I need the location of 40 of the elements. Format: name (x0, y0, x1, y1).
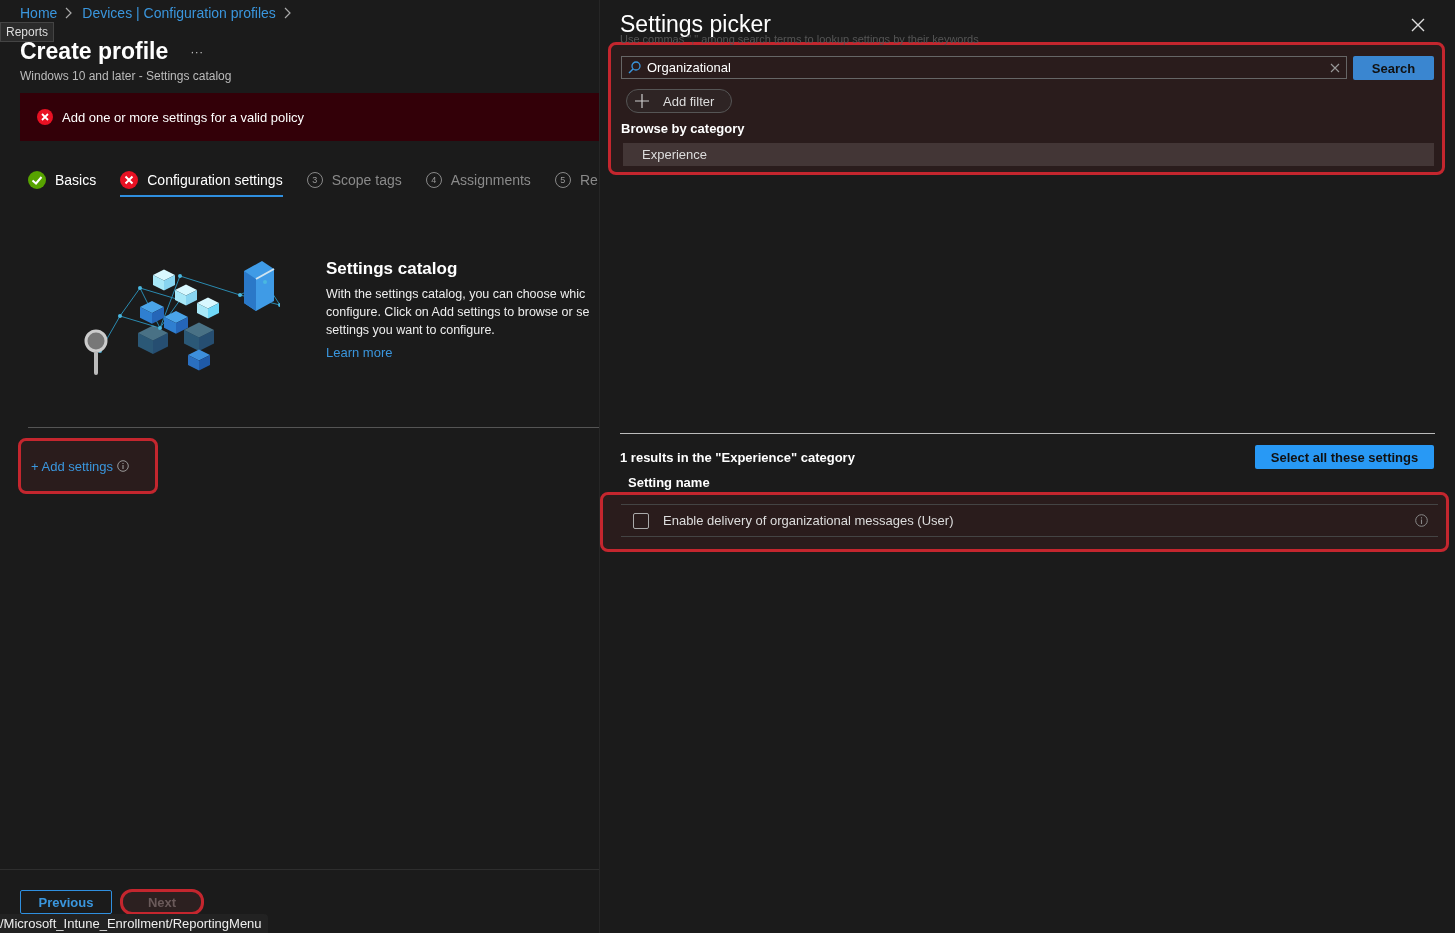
search-icon (628, 61, 641, 74)
search-field[interactable]: Organizational (621, 56, 1347, 79)
panel-title: Settings picker (620, 11, 771, 37)
wizard-tab[interactable]: Configuration settings (120, 171, 283, 197)
description-text: With the settings catalog, you can choose whic configure. Click on Add settings to browse or se settings you want to configure. (326, 286, 590, 339)
check-icon (28, 171, 46, 189)
tooltip: Reports (0, 22, 55, 42)
section-title: Settings catalog (326, 259, 459, 279)
add-filter-button[interactable]: Add filter (626, 89, 732, 113)
error-icon (37, 109, 53, 125)
category-item[interactable]: Experience (623, 143, 1434, 166)
search-button[interactable]: Search (1353, 56, 1434, 80)
wizard-tab[interactable]: 3 Scope tags (306, 171, 402, 197)
info-icon (117, 460, 130, 472)
select-all-button[interactable]: Select all these settings (1255, 445, 1434, 469)
status-url: /Microsoft_Intune_Enrollment/ReportingMenu (0, 914, 268, 933)
clear-icon (1330, 62, 1340, 73)
setting-name: Enable delivery of organizational messages (User) (663, 513, 955, 528)
wizard-tab[interactable]: Basics (28, 171, 97, 197)
chevron-icon (282, 7, 292, 19)
learn-more-link[interactable]: Learn more (326, 345, 393, 360)
close-button[interactable] (1411, 17, 1425, 32)
breadcrumb-link[interactable]: Home (20, 5, 58, 21)
column-header: Setting name (627, 474, 711, 490)
close-icon (1411, 17, 1425, 32)
plus-icon (635, 94, 649, 108)
error-icon (120, 171, 139, 189)
more-button[interactable]: ··· (190, 44, 204, 59)
section-heading: Browse by category (621, 121, 746, 136)
chevron-icon (64, 7, 74, 19)
add-settings-link[interactable]: + Add settings (31, 458, 114, 474)
error-message: Add one or more settings for a valid policy (62, 109, 305, 125)
breadcrumb-link[interactable]: Devices | Configuration profiles (82, 5, 276, 21)
previous-button[interactable]: Previous (20, 890, 112, 914)
results-count: 1 results in the "Experience" category (620, 449, 855, 465)
info-icon (1415, 514, 1428, 527)
page-subtitle: Windows 10 and later - Settings catalog (19, 68, 233, 83)
wizard-tab[interactable]: 4 Assignments (425, 171, 531, 197)
checkbox[interactable] (633, 512, 649, 529)
wizard-tab[interactable]: 5 Re (554, 171, 598, 197)
